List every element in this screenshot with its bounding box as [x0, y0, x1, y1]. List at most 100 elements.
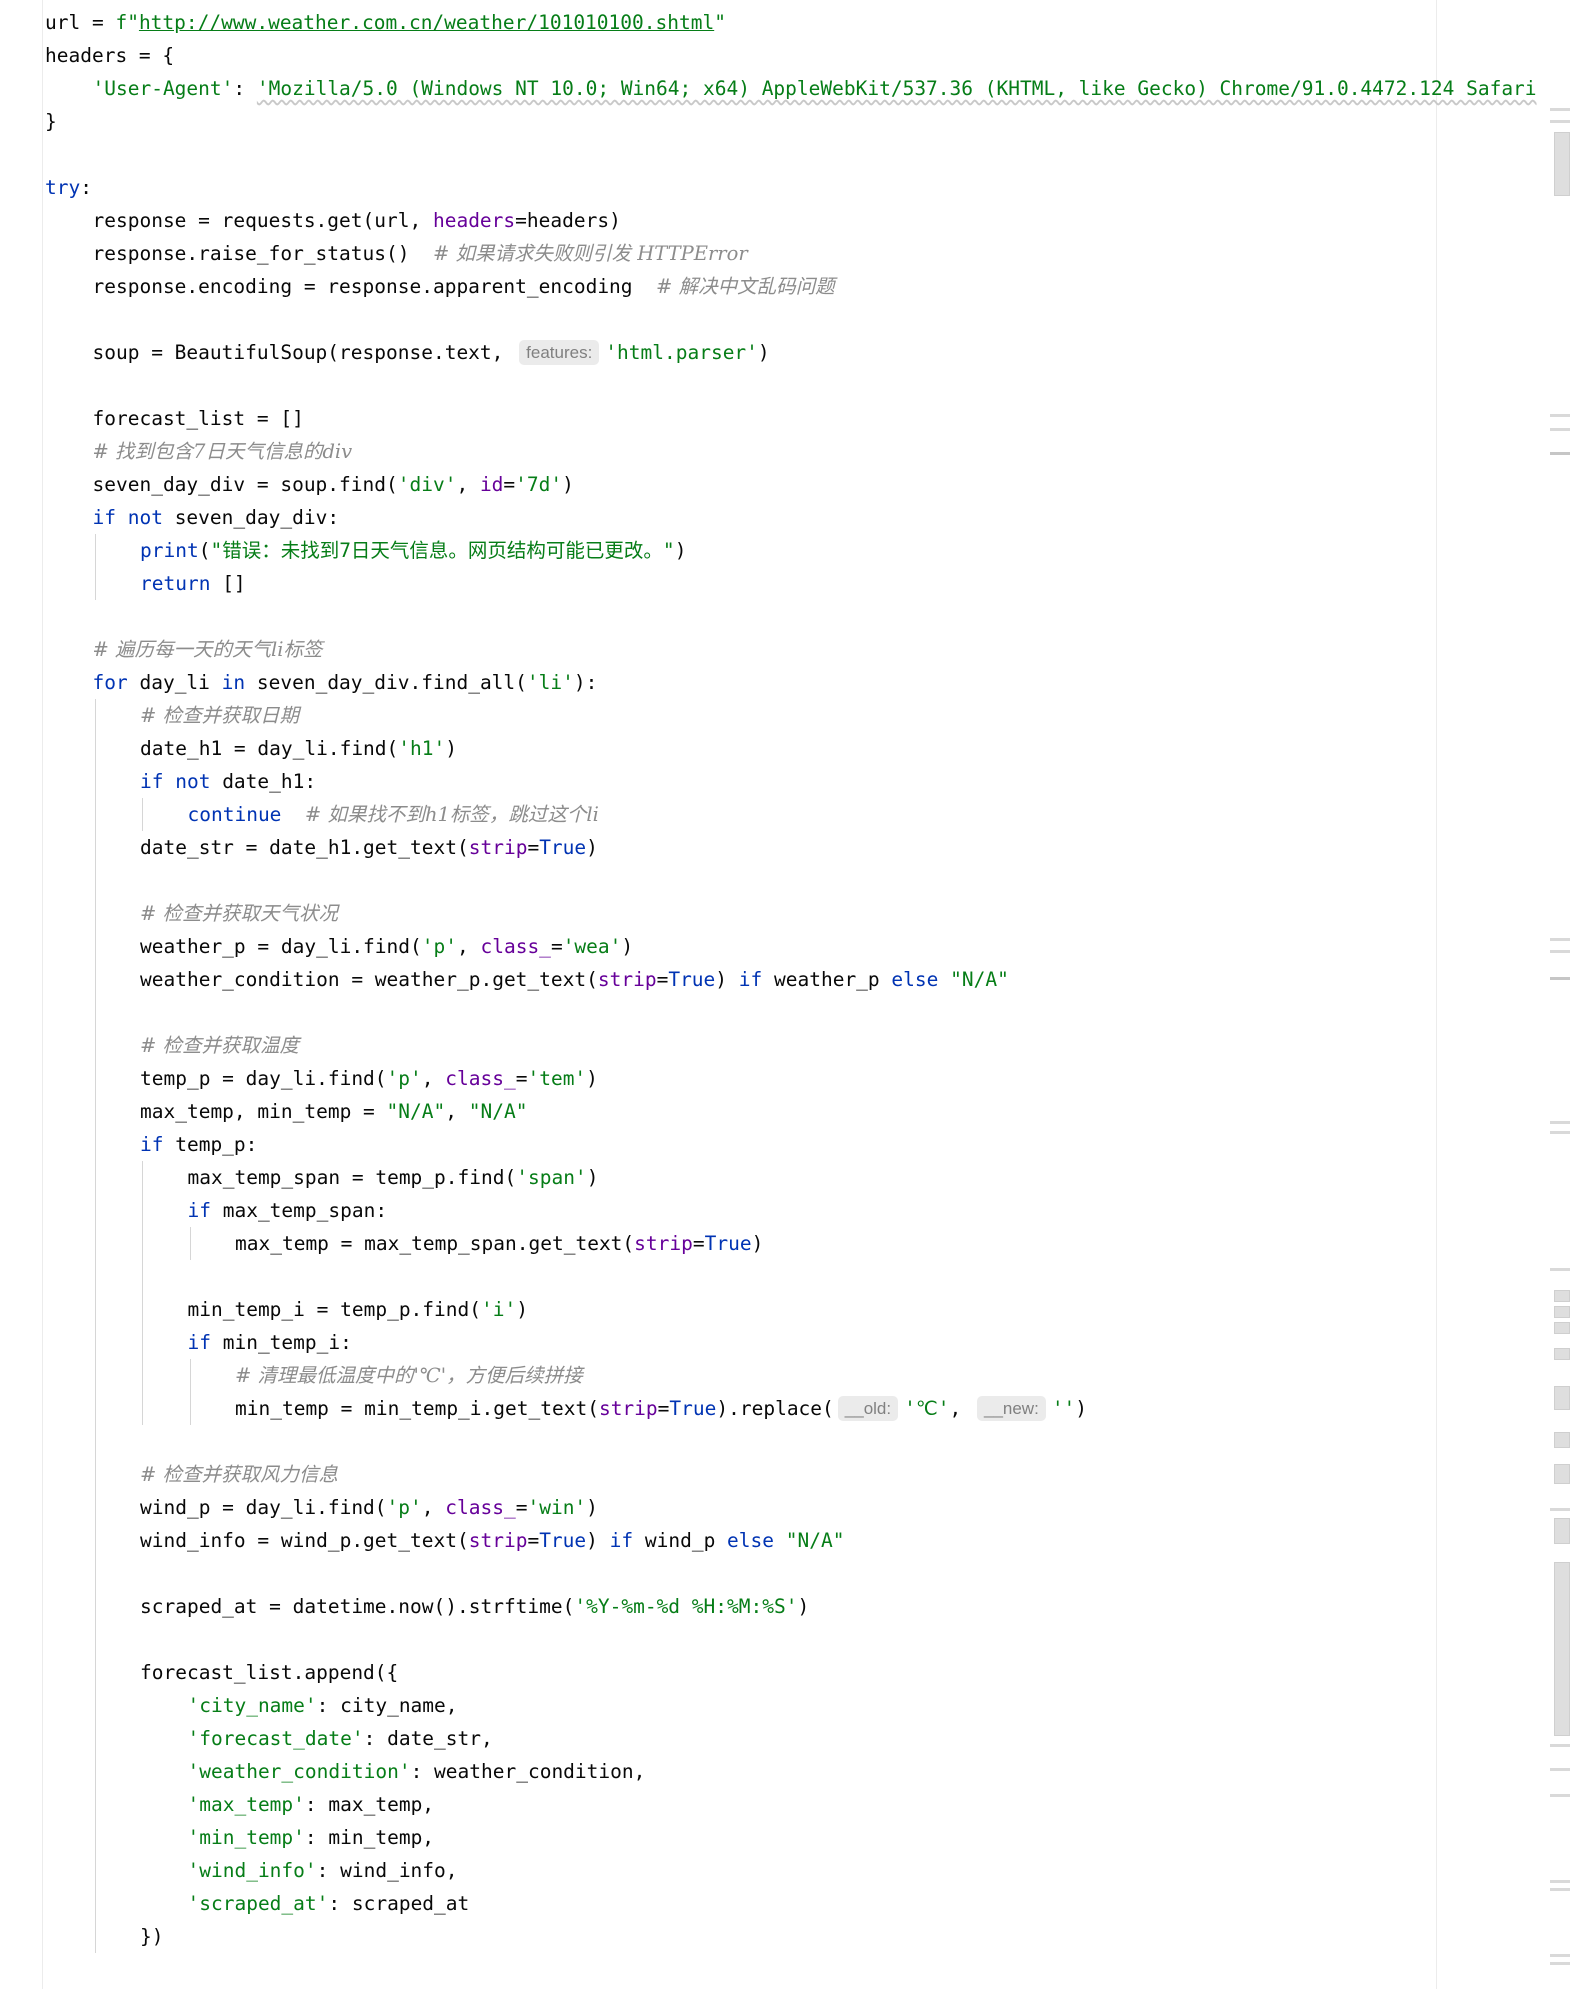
code-string: 'html.parser': [605, 341, 758, 364]
code-line: 'forecast_date': date_str,: [45, 1722, 1565, 1755]
scroll-marker: [1554, 1322, 1570, 1334]
code-line: seven_day_div = soup.find('div', id='7d'…: [92, 473, 574, 496]
code-string: "N/A": [785, 1529, 845, 1552]
code-comment: # 遍历每一天的天气li标签: [92, 638, 323, 661]
scroll-marker: [1554, 1432, 1570, 1448]
code-line: date_str = date_h1.get_text(strip=True): [45, 831, 1565, 864]
code-string: 'tem': [527, 1067, 587, 1090]
code-comment: # 检查并获取风力信息: [140, 1463, 339, 1486]
code-string: "N/A": [386, 1100, 446, 1123]
code-line: 'scraped_at': scraped_at: [45, 1887, 1565, 1920]
code-string: 'h1': [398, 737, 446, 760]
scroll-marker: [1550, 1954, 1570, 1957]
code-line: # 遍历每一天的天气li标签: [45, 633, 1565, 666]
code-string: 'i': [481, 1298, 517, 1321]
code-line: 'min_temp': min_temp,: [45, 1821, 1565, 1854]
code-string: 'forecast_date': [187, 1727, 364, 1750]
code-line: try:: [45, 176, 92, 199]
scroll-marker: [1550, 1744, 1570, 1747]
code-string: 'p': [386, 1496, 422, 1519]
url-link[interactable]: http://www.weather.com.cn/weather/101010…: [139, 11, 714, 34]
code-comment: # 检查并获取天气状况: [140, 902, 339, 925]
code-line: for day_li in seven_day_div.find_all('li…: [92, 671, 598, 694]
parameter-hint: features:: [519, 340, 600, 365]
scroll-marker: [1550, 414, 1570, 417]
scroll-marker: [1550, 120, 1570, 123]
scroll-marker: [1550, 977, 1570, 980]
scroll-marker: [1550, 1794, 1570, 1797]
code-area[interactable]: url = f"http://www.weather.com.cn/weathe…: [45, 6, 1565, 1953]
code-line: weather_condition = weather_p.get_text(s…: [45, 963, 1565, 996]
code-line: if not date_h1:: [45, 765, 1565, 798]
code-comment: # 解决中文乱码问题: [656, 275, 835, 298]
scroll-marker: [1550, 1888, 1570, 1891]
scroll-marker: [1550, 1880, 1570, 1883]
scroll-marker: [1550, 1268, 1570, 1271]
code-string: 'li': [526, 671, 574, 694]
code-string: '7d': [515, 473, 563, 496]
code-line: }): [45, 1920, 1565, 1953]
code-line: # 检查并获取风力信息: [45, 1458, 1565, 1491]
code-string: 'p': [421, 935, 457, 958]
code-line: max_temp = max_temp_span.get_text(strip=…: [45, 1227, 1565, 1260]
scrollbar-marker-strip[interactable]: [1550, 0, 1572, 1989]
parameter-hint: __new:: [976, 1396, 1046, 1421]
code-line: forecast_list = []: [92, 407, 304, 430]
code-line: forecast_list.append({: [45, 1656, 1565, 1689]
code-line: scraped_at = datetime.now().strftime('%Y…: [45, 1590, 1565, 1623]
code-line: min_temp_i = temp_p.find('i'): [45, 1293, 1565, 1326]
code-string: 'weather_condition': [187, 1760, 411, 1783]
scroll-marker: [1554, 1306, 1570, 1318]
code-line: [45, 864, 1565, 897]
scroll-thumb[interactable]: [1554, 132, 1570, 196]
scroll-marker: [1550, 1768, 1570, 1771]
code-line: response.encoding = response.apparent_en…: [92, 275, 835, 298]
code-string: '%Y-%m-%d %H:%M:%S': [574, 1595, 798, 1618]
scroll-marker: [1554, 1464, 1570, 1484]
code-line: continue # 如果找不到h1标签，跳过这个li: [45, 798, 1565, 831]
code-comment: # 如果请求失败则引发 HTTPError: [432, 242, 748, 265]
parameter-hint: __old:: [837, 1396, 899, 1421]
code-editor[interactable]: url = f"http://www.weather.com.cn/weathe…: [0, 0, 1586, 1989]
code-line: max_temp, min_temp = "N/A", "N/A": [45, 1095, 1565, 1128]
code-line: [45, 1623, 1565, 1656]
code-line: 'max_temp': max_temp,: [45, 1788, 1565, 1821]
code-string: '℃': [904, 1397, 950, 1420]
code-string: "错误：未找到7日天气信息。网页结构可能已更改。": [210, 539, 675, 562]
code-line: wind_info = wind_p.get_text(strip=True) …: [45, 1524, 1565, 1557]
code-line: soup = BeautifulSoup(response.text, feat…: [92, 340, 770, 365]
code-comment: # 检查并获取温度: [140, 1034, 300, 1057]
code-line: response = requests.get(url, headers=hea…: [92, 209, 621, 232]
code-line: # 检查并获取温度: [45, 1029, 1565, 1062]
scroll-marker: [1550, 938, 1570, 941]
code-string: 'wea': [562, 935, 622, 958]
code-line: print("错误：未找到7日天气信息。网页结构可能已更改。"): [45, 534, 1565, 567]
scroll-marker: [1550, 1131, 1570, 1134]
code-line: # 检查并获取天气状况: [45, 897, 1565, 930]
code-line: temp_p = day_li.find('p', class_='tem'): [45, 1062, 1565, 1095]
scroll-marker: [1550, 1962, 1570, 1965]
scroll-marker: [1550, 428, 1570, 431]
scroll-marker: [1554, 1518, 1570, 1544]
code-line: 'User-Agent': 'Mozilla/5.0 (Windows NT 1…: [92, 77, 1537, 100]
code-line: 'weather_condition': weather_condition,: [45, 1755, 1565, 1788]
code-line: 'city_name': city_name,: [45, 1689, 1565, 1722]
code-line: headers = {: [45, 44, 175, 67]
code-string: 'div': [397, 473, 457, 496]
scroll-marker: [1554, 1386, 1570, 1410]
code-line: max_temp_span = temp_p.find('span'): [45, 1161, 1565, 1194]
code-line: url = f"http://www.weather.com.cn/weathe…: [45, 11, 726, 34]
code-line: wind_p = day_li.find('p', class_='win'): [45, 1491, 1565, 1524]
code-string: "N/A": [950, 968, 1009, 991]
code-string: 'scraped_at': [187, 1892, 329, 1915]
code-string: 'city_name': [187, 1694, 317, 1717]
code-line: min_temp = min_temp_i.get_text(strip=Tru…: [45, 1392, 1565, 1425]
code-string: 'win': [527, 1496, 587, 1519]
code-line: if min_temp_i:: [45, 1326, 1565, 1359]
scroll-marker: [1550, 1508, 1570, 1511]
user-agent-string: 'Mozilla/5.0 (Windows NT 10.0; Win64; x6…: [256, 77, 1537, 100]
